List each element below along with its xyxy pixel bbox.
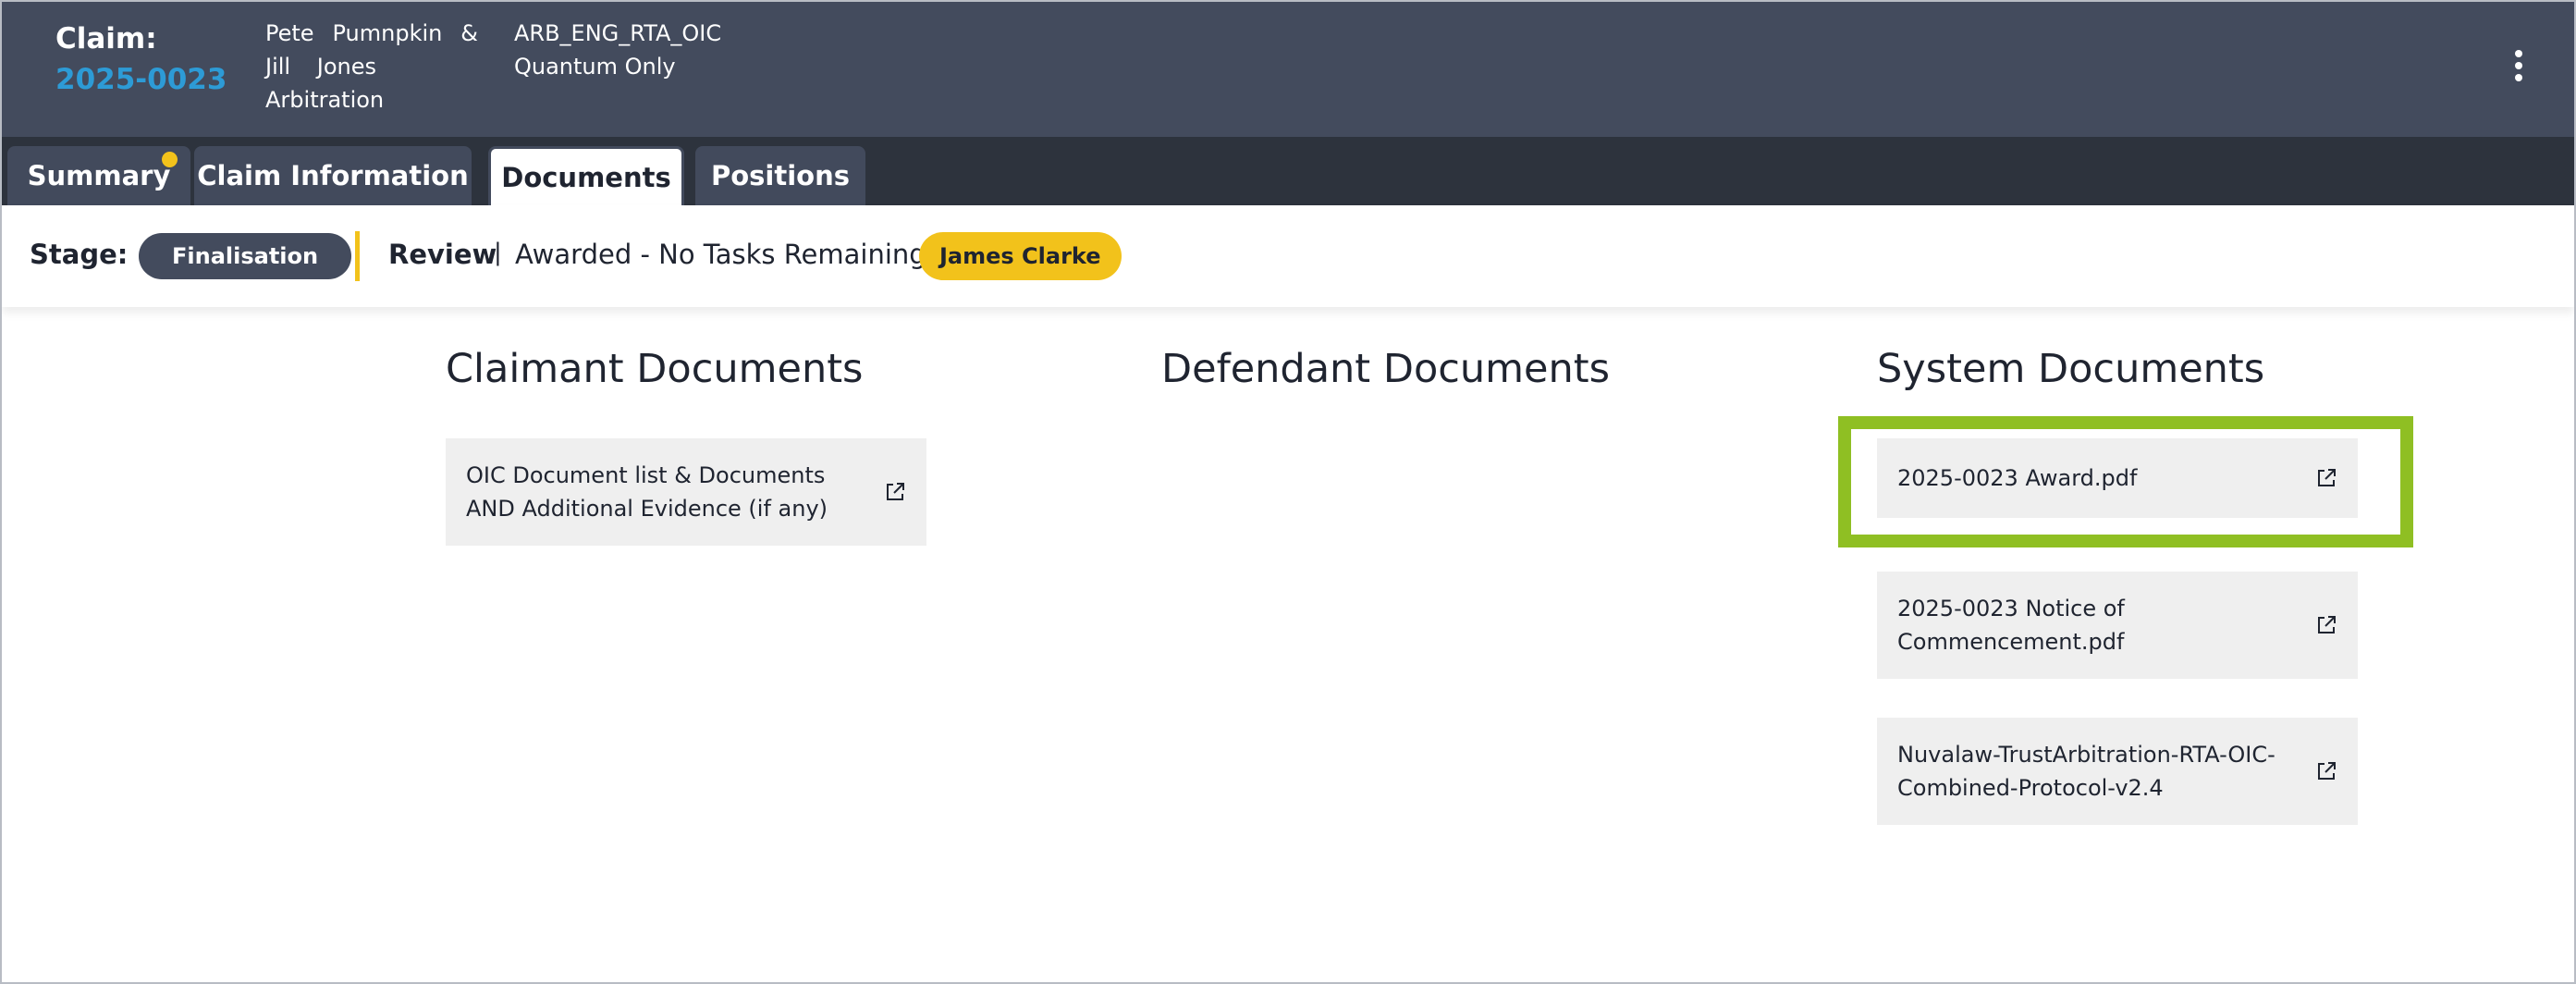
assignee-badge: James Clarke bbox=[919, 232, 1122, 280]
party-first-name: Pete bbox=[265, 20, 314, 46]
party-ampersand: & bbox=[460, 20, 478, 46]
stage-bar: Stage: Finalisation Review | Awarded - N… bbox=[2, 205, 2574, 307]
tab-documents-label: Documents bbox=[501, 161, 671, 193]
claim-kind: Arbitration bbox=[265, 87, 385, 113]
review-status: Awarded - No Tasks Remaining bbox=[515, 239, 926, 270]
party2-first-name: Jill bbox=[265, 54, 291, 80]
claim-number: 2025-0023 bbox=[55, 63, 227, 96]
system-document-notice[interactable]: 2025-0023 Notice of Commencement.pdf bbox=[1877, 572, 2358, 679]
external-link-icon bbox=[2318, 762, 2336, 780]
defendant-documents-title: Defendant Documents bbox=[1161, 346, 1611, 392]
document-name: OIC Document list & Documents AND Additi… bbox=[466, 462, 828, 522]
party-last-name: Pumnpkin bbox=[332, 20, 443, 46]
stage-label: Stage: bbox=[30, 239, 129, 270]
notification-dot-icon bbox=[162, 152, 178, 167]
tab-summary[interactable]: Summary bbox=[7, 146, 190, 205]
stage-badge: Finalisation bbox=[139, 233, 352, 279]
document-name: 2025-0023 Notice of Commencement.pdf bbox=[1897, 596, 2125, 655]
tab-summary-label: Summary bbox=[27, 160, 171, 191]
claim-type: Quantum Only bbox=[514, 54, 676, 80]
tab-bar: Summary Claim Information Documents Posi… bbox=[2, 137, 2574, 205]
document-name: Nuvalaw-TrustArbitration-RTA-OIC-Combine… bbox=[1897, 742, 2275, 801]
app-window: Claim: 2025-0023 Pete Pumnpkin & Jill Jo… bbox=[0, 0, 2576, 984]
tab-documents[interactable]: Documents bbox=[488, 146, 684, 205]
tab-claim-information[interactable]: Claim Information bbox=[194, 146, 472, 205]
claim-code: ARB_ENG_RTA_OIC bbox=[514, 20, 722, 46]
system-document-protocol[interactable]: Nuvalaw-TrustArbitration-RTA-OIC-Combine… bbox=[1877, 718, 2358, 825]
highlight-box bbox=[1838, 416, 2413, 547]
claim-parties: Pete Pumnpkin & Jill Jones Arbitration bbox=[265, 17, 478, 117]
claimant-document-item[interactable]: OIC Document list & Documents AND Additi… bbox=[446, 438, 926, 546]
tab-positions[interactable]: Positions bbox=[695, 146, 865, 205]
review-separator: | bbox=[494, 239, 502, 266]
claim-label: Claim: bbox=[55, 22, 157, 55]
claim-meta: ARB_ENG_RTA_OIC Quantum Only bbox=[514, 17, 721, 83]
external-link-icon bbox=[2318, 616, 2336, 633]
review-label: Review bbox=[388, 239, 497, 270]
kebab-vertical-icon[interactable] bbox=[2511, 50, 2526, 81]
system-documents-title: System Documents bbox=[1877, 346, 2265, 392]
tab-claim-information-label: Claim Information bbox=[197, 160, 469, 191]
external-link-icon bbox=[887, 483, 904, 500]
tab-positions-label: Positions bbox=[710, 160, 850, 191]
claimant-documents-title: Claimant Documents bbox=[446, 346, 864, 392]
party2-last-name: Jones bbox=[316, 54, 376, 80]
claim-header: Claim: 2025-0023 Pete Pumnpkin & Jill Jo… bbox=[2, 2, 2574, 137]
stage-divider bbox=[355, 231, 360, 281]
